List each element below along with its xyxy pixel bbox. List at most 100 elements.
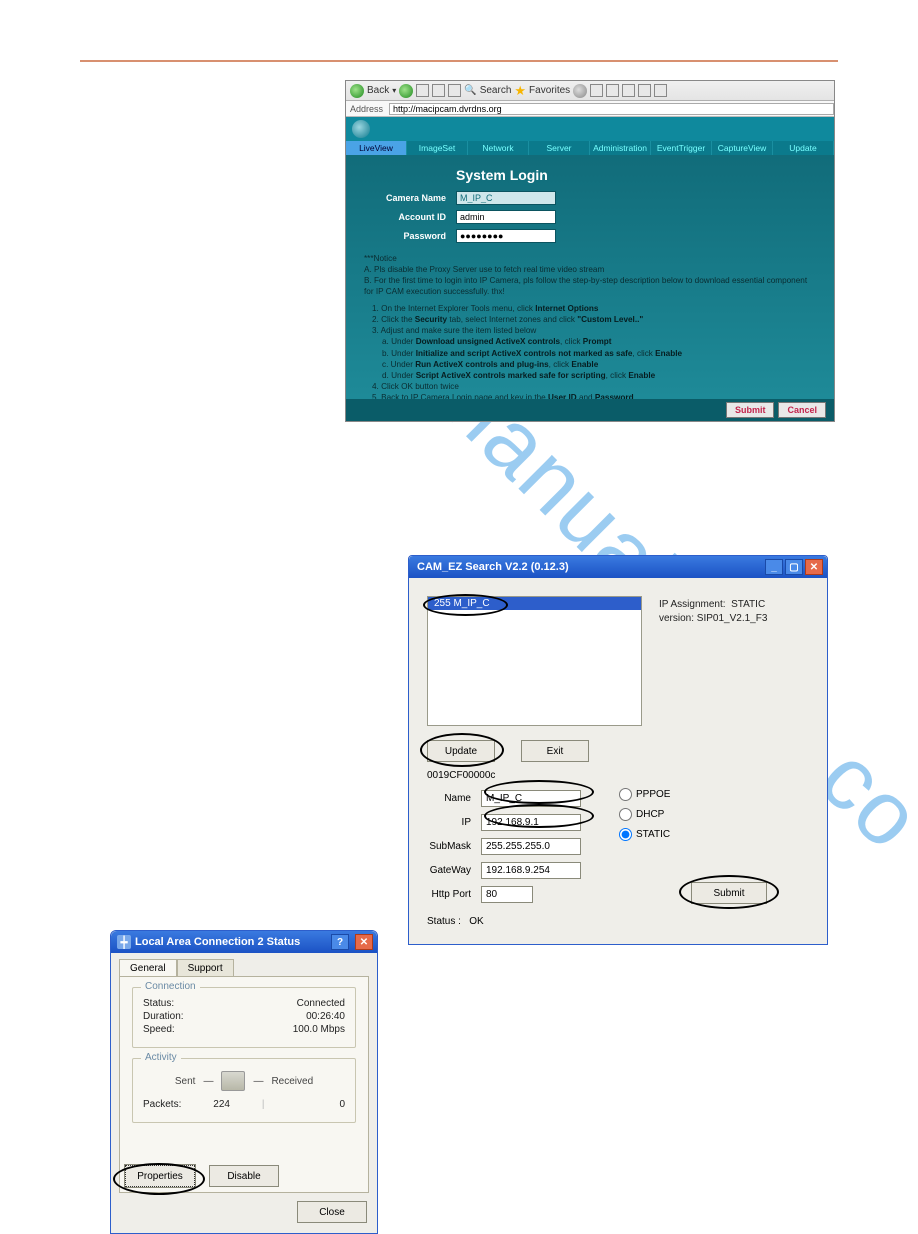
disable-button[interactable]: Disable — [209, 1165, 279, 1187]
tab-server[interactable]: Server — [529, 141, 590, 155]
favorites-icon[interactable]: ★ — [514, 84, 526, 97]
tab-liveview[interactable]: LiveView — [346, 141, 407, 155]
tab-captureview[interactable]: CaptureView — [712, 141, 773, 155]
version-label: version: — [659, 613, 694, 624]
cam-config-form: Name IP SubMask GateWay Http Port — [427, 786, 581, 906]
account-id-label: Account ID — [364, 212, 456, 222]
messenger-icon[interactable] — [654, 84, 667, 97]
duration-label: Duration: — [143, 1011, 184, 1022]
tab-network[interactable]: Network — [468, 141, 529, 155]
cfg-name-input[interactable] — [481, 790, 581, 807]
cam-ez-title-text: CAM_EZ Search V2.2 (0.12.3) — [417, 561, 569, 573]
back-label[interactable]: Back — [367, 85, 389, 96]
mac-address-value: 0019CF00000c — [427, 770, 495, 781]
camera-nav-tabs: LiveView ImageSet Network Server Adminis… — [346, 141, 834, 155]
dropdown-caret-icon[interactable]: ▾ — [392, 86, 396, 95]
received-label: Received — [271, 1076, 313, 1087]
packets-received-value: 0 — [264, 1099, 345, 1110]
login-footer: Submit Cancel — [346, 399, 834, 421]
camera-list[interactable]: 255 M_IP_C — [427, 596, 642, 726]
radio-static-label: STATIC — [636, 829, 670, 840]
ip-assignment-value: STATIC — [731, 599, 765, 610]
radio-dhcp-label: DHCP — [636, 809, 664, 820]
submit-button[interactable]: Submit — [726, 402, 775, 418]
lan-bottom-buttons: Properties Disable — [125, 1165, 279, 1187]
exit-button[interactable]: Exit — [521, 740, 589, 762]
password-label: Password — [364, 231, 456, 241]
notice-step-3b: b. Under Initialize and script ActiveX c… — [382, 348, 816, 359]
lan-panel: Connection Status:Connected Duration:00:… — [119, 976, 369, 1193]
lan-status-titlebar: ┿ Local Area Connection 2 Status ? ✕ — [111, 931, 377, 953]
camera-list-item[interactable]: 255 M_IP_C — [428, 597, 641, 610]
tab-administration[interactable]: Administration — [590, 141, 651, 155]
radio-dhcp[interactable] — [619, 808, 632, 821]
packets-sent-value: 224 — [181, 1099, 262, 1110]
browser-login-screenshot: Back ▾ 🔍 Search ★ Favorites Address Live… — [345, 80, 835, 422]
login-notice-block: ***Notice A. Pls disable the Proxy Serve… — [364, 253, 816, 403]
search-label[interactable]: Search — [480, 85, 512, 96]
ip-mode-radio-group: PPPOE DHCP STATIC — [619, 784, 670, 844]
properties-button[interactable]: Properties — [125, 1165, 195, 1187]
cfg-httpport-label: Http Port — [427, 889, 481, 900]
browser-toolbar: Back ▾ 🔍 Search ★ Favorites — [346, 81, 834, 101]
status-label: Status: — [143, 998, 174, 1009]
tab-eventtrigger[interactable]: EventTrigger — [651, 141, 712, 155]
back-icon[interactable] — [350, 84, 364, 98]
notice-step-3d: d. Under Script ActiveX controls marked … — [382, 370, 816, 381]
update-button[interactable]: Update — [427, 740, 495, 762]
mail-icon[interactable] — [590, 84, 603, 97]
speed-value: 100.0 Mbps — [293, 1024, 345, 1035]
help-icon[interactable]: ? — [331, 934, 349, 950]
tab-update[interactable]: Update — [773, 141, 834, 155]
login-body: System Login Camera Name Account ID Pass… — [346, 155, 834, 399]
password-input[interactable] — [456, 229, 556, 243]
cam-submit-button[interactable]: Submit — [691, 882, 767, 904]
notice-step-2: 2. Click the Security tab, select Intern… — [372, 314, 816, 325]
radio-static[interactable] — [619, 828, 632, 841]
history-icon[interactable] — [573, 84, 587, 98]
cfg-gateway-label: GateWay — [427, 865, 481, 876]
notice-step-3c: c. Under Run ActiveX controls and plug-i… — [382, 359, 816, 370]
search-icon[interactable]: 🔍 — [464, 85, 476, 96]
minimize-icon[interactable]: _ — [765, 559, 783, 575]
cancel-button[interactable]: Cancel — [778, 402, 826, 418]
home-icon[interactable] — [448, 84, 461, 97]
cfg-submask-input[interactable] — [481, 838, 581, 855]
activity-group-title: Activity — [141, 1052, 181, 1063]
lan-status-window: ┿ Local Area Connection 2 Status ? ✕ Gen… — [110, 930, 378, 1234]
tab-imageset[interactable]: ImageSet — [407, 141, 468, 155]
refresh-icon[interactable] — [432, 84, 445, 97]
cfg-httpport-input[interactable] — [481, 886, 533, 903]
notice-line-b: B. For the first time to login into IP C… — [364, 275, 816, 297]
account-id-input[interactable] — [456, 210, 556, 224]
camera-header-pane — [346, 117, 834, 141]
close-button[interactable]: Close — [297, 1201, 367, 1223]
network-icon: ┿ — [117, 935, 131, 949]
cam-status-label: Status : — [427, 916, 461, 927]
discuss-icon[interactable] — [638, 84, 651, 97]
lan-title-text: Local Area Connection 2 Status — [135, 936, 300, 948]
address-input[interactable] — [389, 103, 834, 115]
cam-ez-search-window: CAM_EZ Search V2.2 (0.12.3) _ ▢ ✕ 255 M_… — [408, 555, 828, 945]
stop-icon[interactable] — [416, 84, 429, 97]
notice-line-a: A. Pls disable the Proxy Server use to f… — [364, 264, 816, 275]
favorites-label[interactable]: Favorites — [529, 85, 570, 96]
horizontal-rule — [80, 60, 838, 62]
swirl-logo-icon — [352, 120, 370, 138]
system-login-title: System Login — [456, 167, 816, 183]
cfg-ip-input[interactable] — [481, 814, 581, 831]
close-icon[interactable]: ✕ — [355, 934, 373, 950]
radio-pppoe[interactable] — [619, 788, 632, 801]
print-icon[interactable] — [606, 84, 619, 97]
duration-value: 00:26:40 — [306, 1011, 345, 1022]
cfg-ip-label: IP — [427, 817, 481, 828]
edit-icon[interactable] — [622, 84, 635, 97]
cfg-gateway-input[interactable] — [481, 862, 581, 879]
address-bar: Address — [346, 101, 834, 117]
activity-group: Activity Sent — — Received Packets: 224 … — [132, 1058, 356, 1123]
forward-icon[interactable] — [399, 84, 413, 98]
camera-name-input[interactable] — [456, 191, 556, 205]
network-activity-icon — [221, 1071, 245, 1091]
close-icon[interactable]: ✕ — [805, 559, 823, 575]
maximize-icon[interactable]: ▢ — [785, 559, 803, 575]
